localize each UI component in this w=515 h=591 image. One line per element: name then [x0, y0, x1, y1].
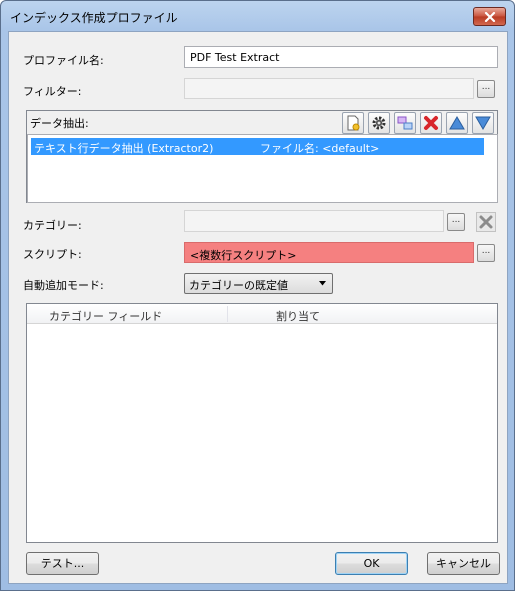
swap-extractor-button[interactable] [394, 112, 416, 134]
column-header-category-field[interactable]: カテゴリー フィールド [49, 308, 162, 324]
extractor-file: ファイル名: <default> [260, 142, 380, 155]
list-item[interactable]: テキスト行データ抽出 (Extractor2) ファイル名: <default> [31, 138, 484, 155]
category-clear-button[interactable] [476, 212, 496, 232]
category-browse-button[interactable]: ... [447, 213, 465, 231]
settings-button[interactable] [368, 112, 390, 134]
dialog-body: プロファイル名: PDF Test Extract フィルター: ... データ… [8, 31, 508, 584]
cancel-button[interactable]: キャンセル [427, 552, 500, 575]
test-button[interactable]: テスト... [26, 552, 99, 575]
category-field-grid[interactable]: カテゴリー フィールド 割り当て [26, 303, 498, 543]
column-divider [227, 306, 228, 322]
script-browse-button[interactable]: ... [477, 244, 495, 262]
gear-icon [372, 116, 386, 130]
filter-input[interactable] [184, 78, 474, 99]
move-up-button[interactable] [446, 112, 468, 134]
profile-name-input[interactable]: PDF Test Extract [184, 46, 498, 68]
script-label: スクリプト: [23, 248, 82, 261]
new-doc-icon [347, 115, 360, 131]
delete-extractor-button[interactable] [420, 112, 442, 134]
close-icon [484, 11, 495, 22]
extraction-toolbar [342, 112, 498, 134]
filter-label: フィルター: [23, 85, 82, 98]
script-input[interactable]: <複数行スクリプト> [184, 242, 474, 263]
extractor-list[interactable]: テキスト行データ抽出 (Extractor2) ファイル名: <default> [27, 134, 498, 203]
category-label: カテゴリー: [23, 219, 82, 232]
auto-add-mode-label: 自動追加モード: [23, 279, 104, 292]
auto-add-mode-select[interactable]: カテゴリーの既定値 [184, 273, 333, 294]
arrow-down-icon [475, 116, 491, 130]
window-title: インデックス作成プロファイル [10, 11, 178, 25]
extractor-name: テキスト行データ抽出 (Extractor2) [34, 142, 214, 155]
title-bar[interactable]: インデックス作成プロファイル [1, 1, 514, 31]
swap-icon [397, 116, 413, 130]
close-button[interactable] [473, 7, 506, 26]
arrow-up-icon [449, 116, 465, 130]
delete-x-icon [424, 116, 438, 130]
profile-name-label: プロファイル名: [23, 54, 104, 67]
data-extraction-label: データ抽出: [30, 117, 89, 130]
ok-button[interactable]: OK [335, 552, 408, 575]
filter-browse-button[interactable]: ... [477, 80, 495, 98]
data-extraction-group: データ抽出: テキスト行データ抽出 (Extractor2) ファイル名: <d… [26, 110, 498, 203]
move-down-button[interactable] [472, 112, 494, 134]
clear-x-icon [476, 212, 496, 232]
new-extractor-button[interactable] [342, 112, 364, 134]
column-header-assignment[interactable]: 割り当て [276, 308, 320, 324]
auto-add-mode-value: カテゴリーの既定値 [189, 279, 288, 292]
grid-header: カテゴリー フィールド 割り当て [27, 304, 497, 324]
chevron-down-icon [319, 281, 326, 286]
dialog-window: インデックス作成プロファイル プロファイル名: PDF Test Extract… [0, 0, 515, 591]
category-input[interactable] [184, 210, 444, 232]
